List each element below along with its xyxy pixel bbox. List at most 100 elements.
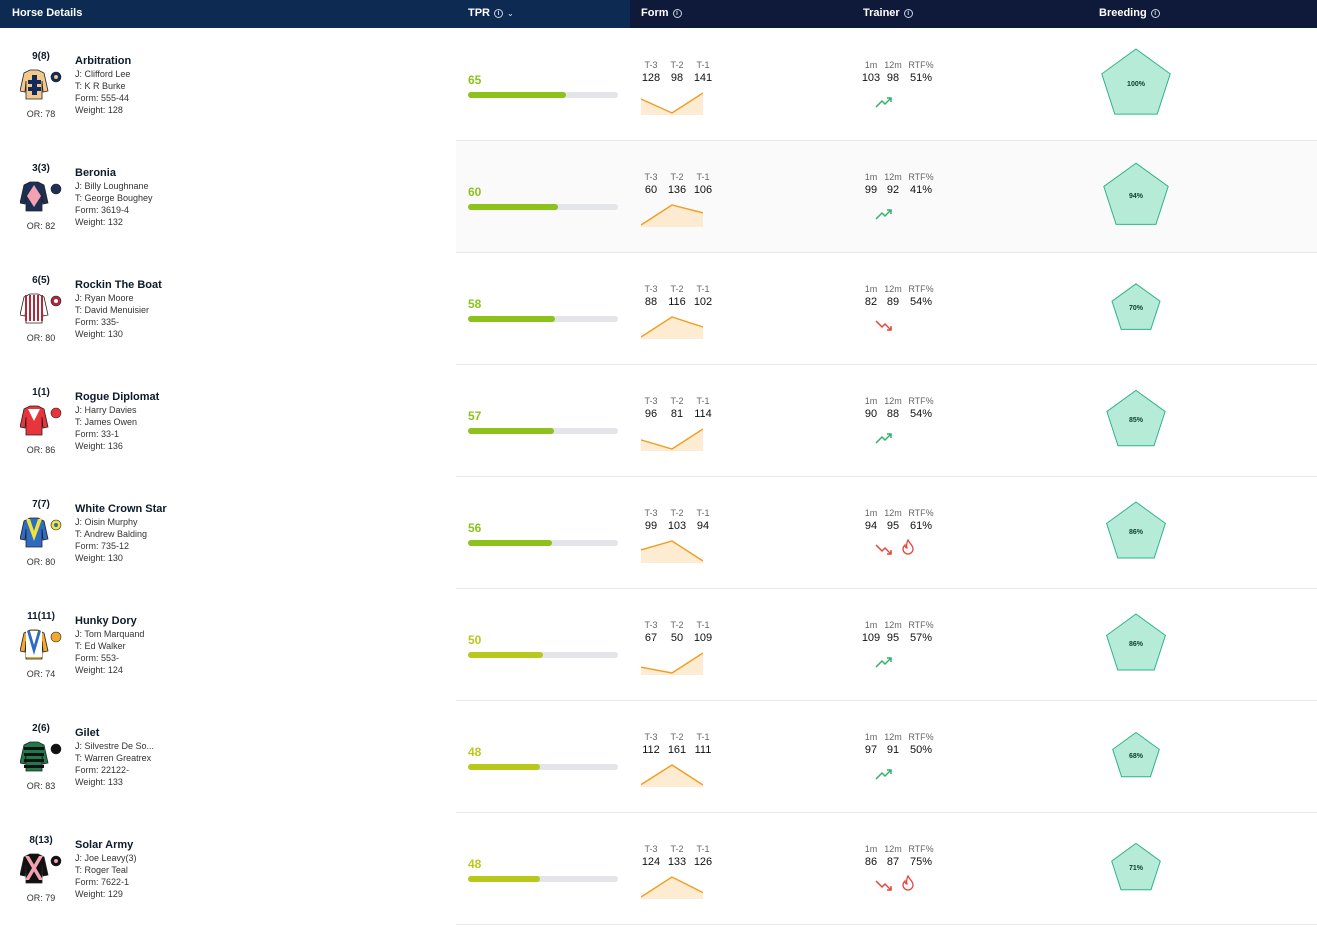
trainer-stats: 97 91 50% bbox=[860, 744, 938, 756]
horse-name[interactable]: Hunky Dory bbox=[75, 615, 137, 627]
jockey-name[interactable]: J: Billy Loughnane bbox=[75, 181, 149, 191]
breeding-pentagon[interactable]: 86% bbox=[1096, 491, 1176, 571]
official-rating: OR: 74 bbox=[26, 669, 56, 679]
form-sparkline bbox=[640, 539, 704, 563]
breeding-header[interactable]: Breeding i bbox=[1099, 7, 1160, 19]
horse-row[interactable]: 11(11) OR: 74 Hunky Dory J: Tom Marquand… bbox=[0, 589, 1317, 701]
hot-trainer-fire-icon bbox=[901, 874, 915, 891]
horse-details-header[interactable]: Horse Details bbox=[12, 7, 82, 19]
trainer-stat-12m: 91 bbox=[886, 744, 900, 756]
trainer-name[interactable]: T: George Boughey bbox=[75, 193, 153, 203]
breeding-pentagon[interactable]: 70% bbox=[1096, 267, 1176, 347]
weight: Weight: 130 bbox=[75, 553, 123, 563]
trend-up-icon bbox=[874, 767, 894, 781]
breeding-pentagon[interactable]: 86% bbox=[1096, 603, 1176, 683]
form-label-t1: T-1 bbox=[696, 284, 710, 294]
jockey-name[interactable]: J: Oisin Murphy bbox=[75, 517, 138, 527]
draw-position: 7(7) bbox=[32, 499, 50, 510]
trainer-label-12m: 12m bbox=[884, 620, 902, 630]
tpr-header[interactable]: TPR i ⌄ bbox=[468, 7, 514, 19]
trainer-name[interactable]: T: James Owen bbox=[75, 417, 137, 427]
breeding-pentagon[interactable]: 85% bbox=[1096, 379, 1176, 459]
tpr-bar-fill bbox=[468, 92, 566, 98]
form-label-t3: T-3 bbox=[644, 60, 658, 70]
form-label-t1: T-1 bbox=[696, 732, 710, 742]
trainer-stat-12m: 87 bbox=[886, 856, 900, 868]
jockey-name[interactable]: J: Harry Davies bbox=[75, 405, 137, 415]
trainer-label-1m: 1m bbox=[864, 396, 878, 406]
official-rating: OR: 80 bbox=[26, 333, 56, 343]
trainer-label-rtf: RTF% bbox=[908, 284, 934, 294]
jockey-silk-icon bbox=[19, 739, 64, 773]
horse-row[interactable]: 9(8) OR: 78 Arbitration J: Clifford Lee … bbox=[0, 29, 1317, 141]
horse-row[interactable]: 3(3) OR: 82 Beronia J: Billy Loughnane T… bbox=[0, 141, 1317, 253]
horse-name[interactable]: Solar Army bbox=[75, 839, 133, 851]
trainer-name[interactable]: T: Roger Teal bbox=[75, 865, 128, 875]
jockey-name[interactable]: J: Joe Leavy(3) bbox=[75, 853, 137, 863]
horse-name[interactable]: Beronia bbox=[75, 167, 116, 179]
tpr-value: 58 bbox=[468, 297, 482, 311]
trainer-name[interactable]: T: Warren Greatrex bbox=[75, 753, 151, 763]
tpr-bar bbox=[468, 540, 618, 546]
horse-row[interactable]: 1(1) OR: 86 Rogue Diplomat J: Harry Davi… bbox=[0, 365, 1317, 477]
horse-name[interactable]: White Crown Star bbox=[75, 503, 167, 515]
form-string: Form: 3619-4 bbox=[75, 205, 130, 215]
info-icon[interactable]: i bbox=[494, 8, 503, 18]
trainer-header[interactable]: Trainer i bbox=[863, 7, 913, 19]
horse-name[interactable]: Gilet bbox=[75, 727, 99, 739]
trainer-name[interactable]: T: K R Burke bbox=[75, 81, 126, 91]
breeding-pentagon[interactable]: 100% bbox=[1096, 43, 1176, 123]
form-value-t2: 103 bbox=[667, 520, 687, 532]
form-label-t3: T-3 bbox=[644, 508, 658, 518]
jockey-name[interactable]: J: Ryan Moore bbox=[75, 293, 134, 303]
tpr-value: 57 bbox=[468, 409, 482, 423]
form-sparkline bbox=[640, 763, 704, 787]
horse-name[interactable]: Rockin The Boat bbox=[75, 279, 162, 291]
trainer-column-labels: 1m 12m RTF% bbox=[860, 844, 938, 854]
trainer-stat-rtf: 54% bbox=[909, 296, 933, 308]
info-icon[interactable]: i bbox=[903, 8, 913, 18]
info-icon[interactable]: i bbox=[1150, 8, 1160, 18]
horse-row[interactable]: 2(6) OR: 83 Gilet J: Silvestre De So... … bbox=[0, 701, 1317, 813]
official-rating: OR: 83 bbox=[26, 781, 56, 791]
trainer-stat-1m: 94 bbox=[864, 520, 878, 532]
form-values: 96 81 114 bbox=[638, 408, 716, 420]
form-values: 124 133 126 bbox=[638, 856, 716, 868]
trainer-label-rtf: RTF% bbox=[908, 732, 934, 742]
form-values: 99 103 94 bbox=[638, 520, 716, 532]
horse-row[interactable]: 6(5) OR: 80 Rockin The Boat J: Ryan Moor… bbox=[0, 253, 1317, 365]
breeding-pentagon[interactable]: 94% bbox=[1096, 155, 1176, 235]
form-column-labels: T-3 T-2 T-1 bbox=[638, 60, 716, 70]
form-sparkline bbox=[640, 203, 704, 227]
chevron-down-icon[interactable]: ⌄ bbox=[507, 9, 514, 18]
trainer-label-rtf: RTF% bbox=[908, 620, 934, 630]
horse-name[interactable]: Rogue Diplomat bbox=[75, 391, 159, 403]
trainer-stat-rtf: 51% bbox=[909, 72, 933, 84]
form-value-t3: 124 bbox=[641, 856, 661, 868]
form-sparkline bbox=[640, 427, 704, 451]
tpr-bar-fill bbox=[468, 764, 540, 770]
jockey-name[interactable]: J: Clifford Lee bbox=[75, 69, 130, 79]
form-column-labels: T-3 T-2 T-1 bbox=[638, 732, 716, 742]
jockey-name[interactable]: J: Silvestre De So... bbox=[75, 741, 154, 751]
trainer-name[interactable]: T: David Menuisier bbox=[75, 305, 149, 315]
jockey-name[interactable]: J: Tom Marquand bbox=[75, 629, 144, 639]
tpr-bar bbox=[468, 92, 618, 98]
breeding-pentagon[interactable]: 71% bbox=[1096, 827, 1176, 907]
horse-name[interactable]: Arbitration bbox=[75, 55, 131, 67]
trainer-label-1m: 1m bbox=[864, 508, 878, 518]
weight: Weight: 132 bbox=[75, 217, 123, 227]
form-header[interactable]: Form i bbox=[641, 7, 682, 19]
form-label-t1: T-1 bbox=[696, 60, 710, 70]
form-value-t1: 109 bbox=[693, 632, 713, 644]
breeding-pentagon[interactable]: 68% bbox=[1096, 715, 1176, 795]
form-value-t2: 50 bbox=[670, 632, 684, 644]
form-value-t1: 106 bbox=[693, 184, 713, 196]
jockey-silk-icon bbox=[19, 515, 64, 549]
horse-row[interactable]: 8(13) OR: 79 Solar Army J: Joe Leavy(3) … bbox=[0, 813, 1317, 925]
horse-row[interactable]: 7(7) OR: 80 White Crown Star J: Oisin Mu… bbox=[0, 477, 1317, 589]
trainer-name[interactable]: T: Andrew Balding bbox=[75, 529, 147, 539]
trainer-name[interactable]: T: Ed Walker bbox=[75, 641, 126, 651]
trainer-stat-rtf: 54% bbox=[909, 408, 933, 420]
info-icon[interactable]: i bbox=[672, 8, 682, 18]
